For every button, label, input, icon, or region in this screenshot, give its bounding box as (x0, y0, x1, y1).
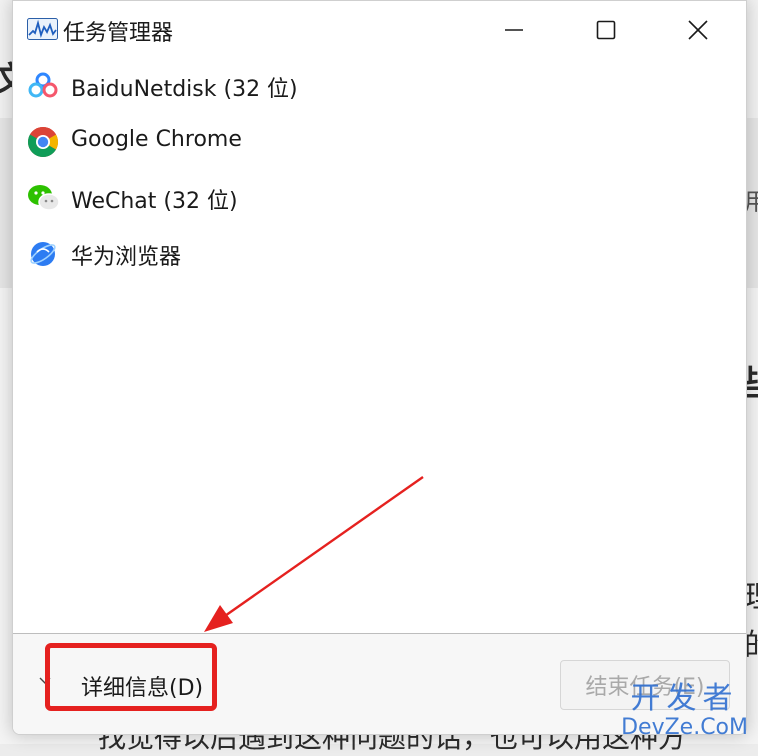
watermark: 开发者 DevZe.CoM (621, 682, 748, 740)
huawei-browser-icon (27, 238, 59, 270)
maximize-icon (596, 20, 616, 40)
app-row-huawei-browser[interactable]: 华为浏览器 (13, 226, 746, 282)
maximize-button[interactable] (560, 1, 652, 59)
minimize-icon (505, 29, 523, 31)
app-row-baidunetdisk[interactable]: BaiduNetdisk (32 位) (13, 58, 746, 114)
minimize-button[interactable] (468, 1, 560, 59)
task-manager-icon (27, 18, 58, 40)
baidunetdisk-icon (27, 70, 59, 102)
watermark-cn: 开发者 (630, 681, 739, 716)
wechat-icon (27, 182, 60, 214)
app-name: WeChat (32 位) (71, 189, 238, 214)
app-row-wechat[interactable]: WeChat (32 位) (13, 170, 746, 226)
app-name: BaiduNetdisk (32 位) (71, 77, 298, 102)
task-manager-window: 任务管理器 BaiduNetdisk (32 位) Google Chrome … (12, 0, 747, 735)
app-row-chrome[interactable]: Google Chrome (13, 114, 746, 170)
chrome-icon (27, 126, 59, 158)
app-name: 华为浏览器 (71, 245, 182, 270)
app-name: Google Chrome (71, 127, 242, 152)
title-bar[interactable]: 任务管理器 (13, 1, 746, 59)
close-icon (688, 20, 708, 40)
window-title: 任务管理器 (63, 21, 174, 46)
close-button[interactable] (652, 1, 744, 59)
watermark-en: DevZe.CoM (621, 715, 748, 740)
highlight-box (45, 643, 217, 711)
